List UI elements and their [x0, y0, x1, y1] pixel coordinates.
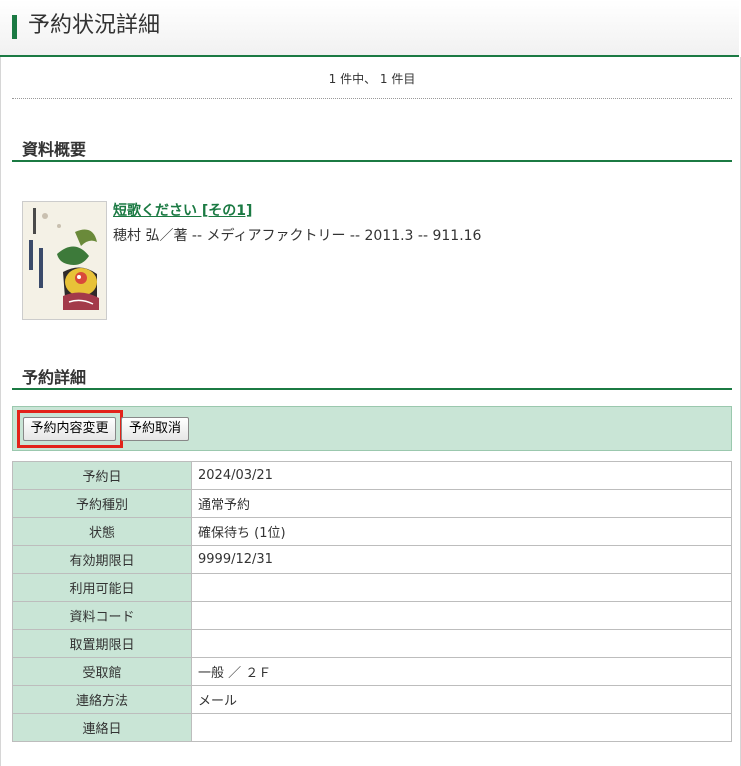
table-row: 状態 確保待ち (1位) — [12, 517, 732, 546]
table-row: 連絡日 — [12, 713, 732, 742]
button-bar: 予約内容変更 予約取消 — [12, 406, 732, 451]
paging-info: 1 件中、 1 件目 — [12, 66, 732, 99]
row-label: 受取館 — [12, 657, 192, 686]
row-label: 連絡方法 — [12, 685, 192, 714]
table-row: 連絡方法 メール — [12, 685, 732, 714]
book-cover-image — [22, 201, 107, 320]
row-label: 資料コード — [12, 601, 192, 630]
row-label: 連絡日 — [12, 713, 192, 742]
table-row: 予約日 2024/03/21 — [12, 461, 732, 490]
section-heading-detail: 予約詳細 — [12, 362, 732, 390]
table-row: 予約種別 通常予約 — [12, 489, 732, 518]
cancel-reservation-button[interactable]: 予約取消 — [121, 417, 189, 441]
row-value: 確保待ち (1位) — [191, 517, 732, 546]
book-meta: 穂村 弘／著 -- メディアファクトリー -- 2011.3 -- 911.16 — [113, 228, 482, 244]
row-value — [191, 601, 732, 630]
title-bar: 予約状況詳細 — [0, 0, 739, 57]
row-value: 2024/03/21 — [191, 461, 732, 490]
row-label: 状態 — [12, 517, 192, 546]
book-cover-illustration-icon — [23, 202, 106, 319]
row-value: 9999/12/31 — [191, 545, 732, 574]
change-reservation-button[interactable]: 予約内容変更 — [23, 417, 116, 441]
section-heading-overview-label: 資料概要 — [22, 140, 87, 159]
row-value — [191, 573, 732, 602]
row-value: メール — [191, 685, 732, 714]
section-heading-detail-label: 予約詳細 — [22, 368, 87, 387]
row-label: 予約種別 — [12, 489, 192, 518]
row-label: 有効期限日 — [12, 545, 192, 574]
page: 予約状況詳細 1 件中、 1 件目 資料概要 短歌ください [その1] 穂村 弘… — [0, 0, 741, 766]
row-value — [191, 629, 732, 658]
title-accent-bar — [12, 15, 17, 39]
page-title: 予約状況詳細 — [28, 13, 161, 38]
row-value: 一般 ／ ２Ｆ — [191, 657, 732, 686]
table-row: 資料コード — [12, 601, 732, 630]
row-value — [191, 713, 732, 742]
row-label: 予約日 — [12, 461, 192, 490]
row-value: 通常予約 — [191, 489, 732, 518]
table-row: 取置期限日 — [12, 629, 732, 658]
table-row: 受取館 一般 ／ ２Ｆ — [12, 657, 732, 686]
section-heading-overview: 資料概要 — [12, 134, 732, 162]
reservation-detail-table: 予約日 2024/03/21 予約種別 通常予約 状態 確保待ち (1位) 有効… — [12, 461, 732, 742]
row-label: 取置期限日 — [12, 629, 192, 658]
table-row: 有効期限日 9999/12/31 — [12, 545, 732, 574]
book-title-link[interactable]: 短歌ください [その1] — [113, 200, 252, 220]
row-label: 利用可能日 — [12, 573, 192, 602]
table-row: 利用可能日 — [12, 573, 732, 602]
